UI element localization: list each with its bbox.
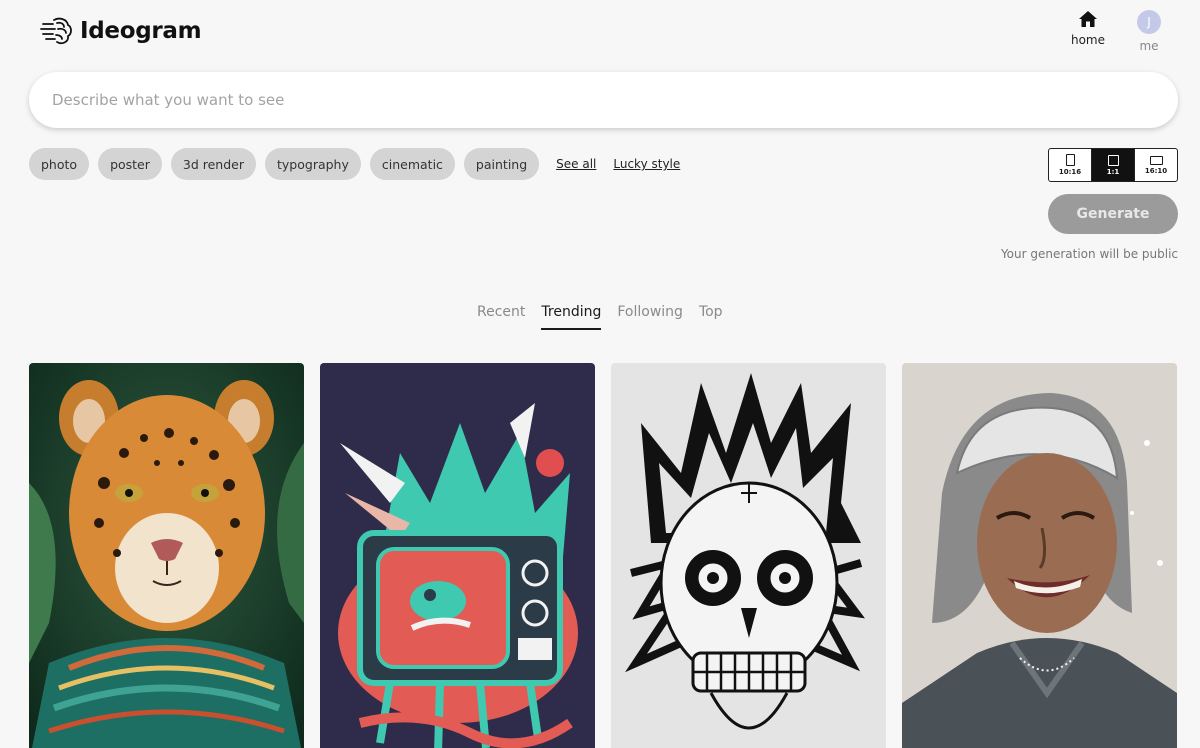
tab-trending[interactable]: Trending (541, 304, 601, 330)
jaguar-portrait-image (29, 363, 304, 748)
aspect-label: 10:16 (1058, 168, 1082, 176)
image-gallery (29, 363, 1177, 748)
nav-home-label: home (1070, 33, 1106, 47)
square-ratio-icon (1107, 154, 1119, 166)
style-chip-painting[interactable]: painting (463, 148, 540, 180)
aspect-option-1-1[interactable]: 1:1 (1092, 149, 1135, 181)
gallery-card[interactable] (902, 363, 1177, 748)
landscape-ratio-icon (1149, 155, 1163, 165)
portrait-ratio-icon (1065, 154, 1075, 166)
nav-home[interactable]: home (1063, 10, 1113, 47)
tab-following[interactable]: Following (617, 304, 683, 330)
style-chip-3d-render[interactable]: 3d render (170, 148, 256, 180)
style-chip-poster[interactable]: poster (98, 148, 162, 180)
public-generation-note: Your generation will be public (1000, 247, 1178, 261)
gallery-card[interactable] (29, 363, 304, 748)
gallery-card[interactable] (320, 363, 595, 748)
lucky-style-link[interactable]: Lucky style (613, 157, 680, 171)
style-chip-row: photo poster 3d render typography cinema… (29, 148, 680, 180)
app-name: Ideogram (80, 18, 202, 44)
aspect-option-10-16[interactable]: 10:16 (1049, 149, 1092, 181)
skull-ink-illustration-image (611, 363, 886, 748)
retro-tv-poster-image (320, 363, 595, 748)
style-chip-cinematic[interactable]: cinematic (369, 148, 455, 180)
aspect-label: 16:10 (1144, 166, 1168, 175)
style-chip-typography[interactable]: typography (265, 148, 361, 180)
style-chip-photo[interactable]: photo (29, 148, 90, 180)
gallery-card[interactable] (611, 363, 886, 748)
feed-tabs: Recent Trending Following Top (477, 304, 723, 330)
home-icon (1079, 11, 1097, 27)
nav-profile[interactable]: J me (1124, 10, 1174, 53)
prompt-box (29, 72, 1178, 128)
smiling-woman-portrait-image (902, 363, 1177, 748)
nav-me-label: me (1139, 39, 1159, 53)
tab-top[interactable]: Top (699, 304, 723, 330)
aspect-ratio-selector: 10:16 1:1 16:10 (1048, 148, 1178, 182)
aspect-label: 1:1 (1106, 167, 1120, 176)
avatar: J (1137, 10, 1161, 34)
tab-recent[interactable]: Recent (477, 304, 525, 330)
generate-button[interactable]: Generate (1048, 194, 1178, 234)
see-all-link[interactable]: See all (556, 157, 596, 171)
brain-logo-icon (40, 17, 72, 45)
prompt-input[interactable] (29, 72, 1178, 128)
ideogram-logo[interactable]: Ideogram (40, 14, 202, 48)
aspect-option-16-10[interactable]: 16:10 (1135, 149, 1177, 181)
top-bar: Ideogram home J me (0, 0, 1200, 64)
